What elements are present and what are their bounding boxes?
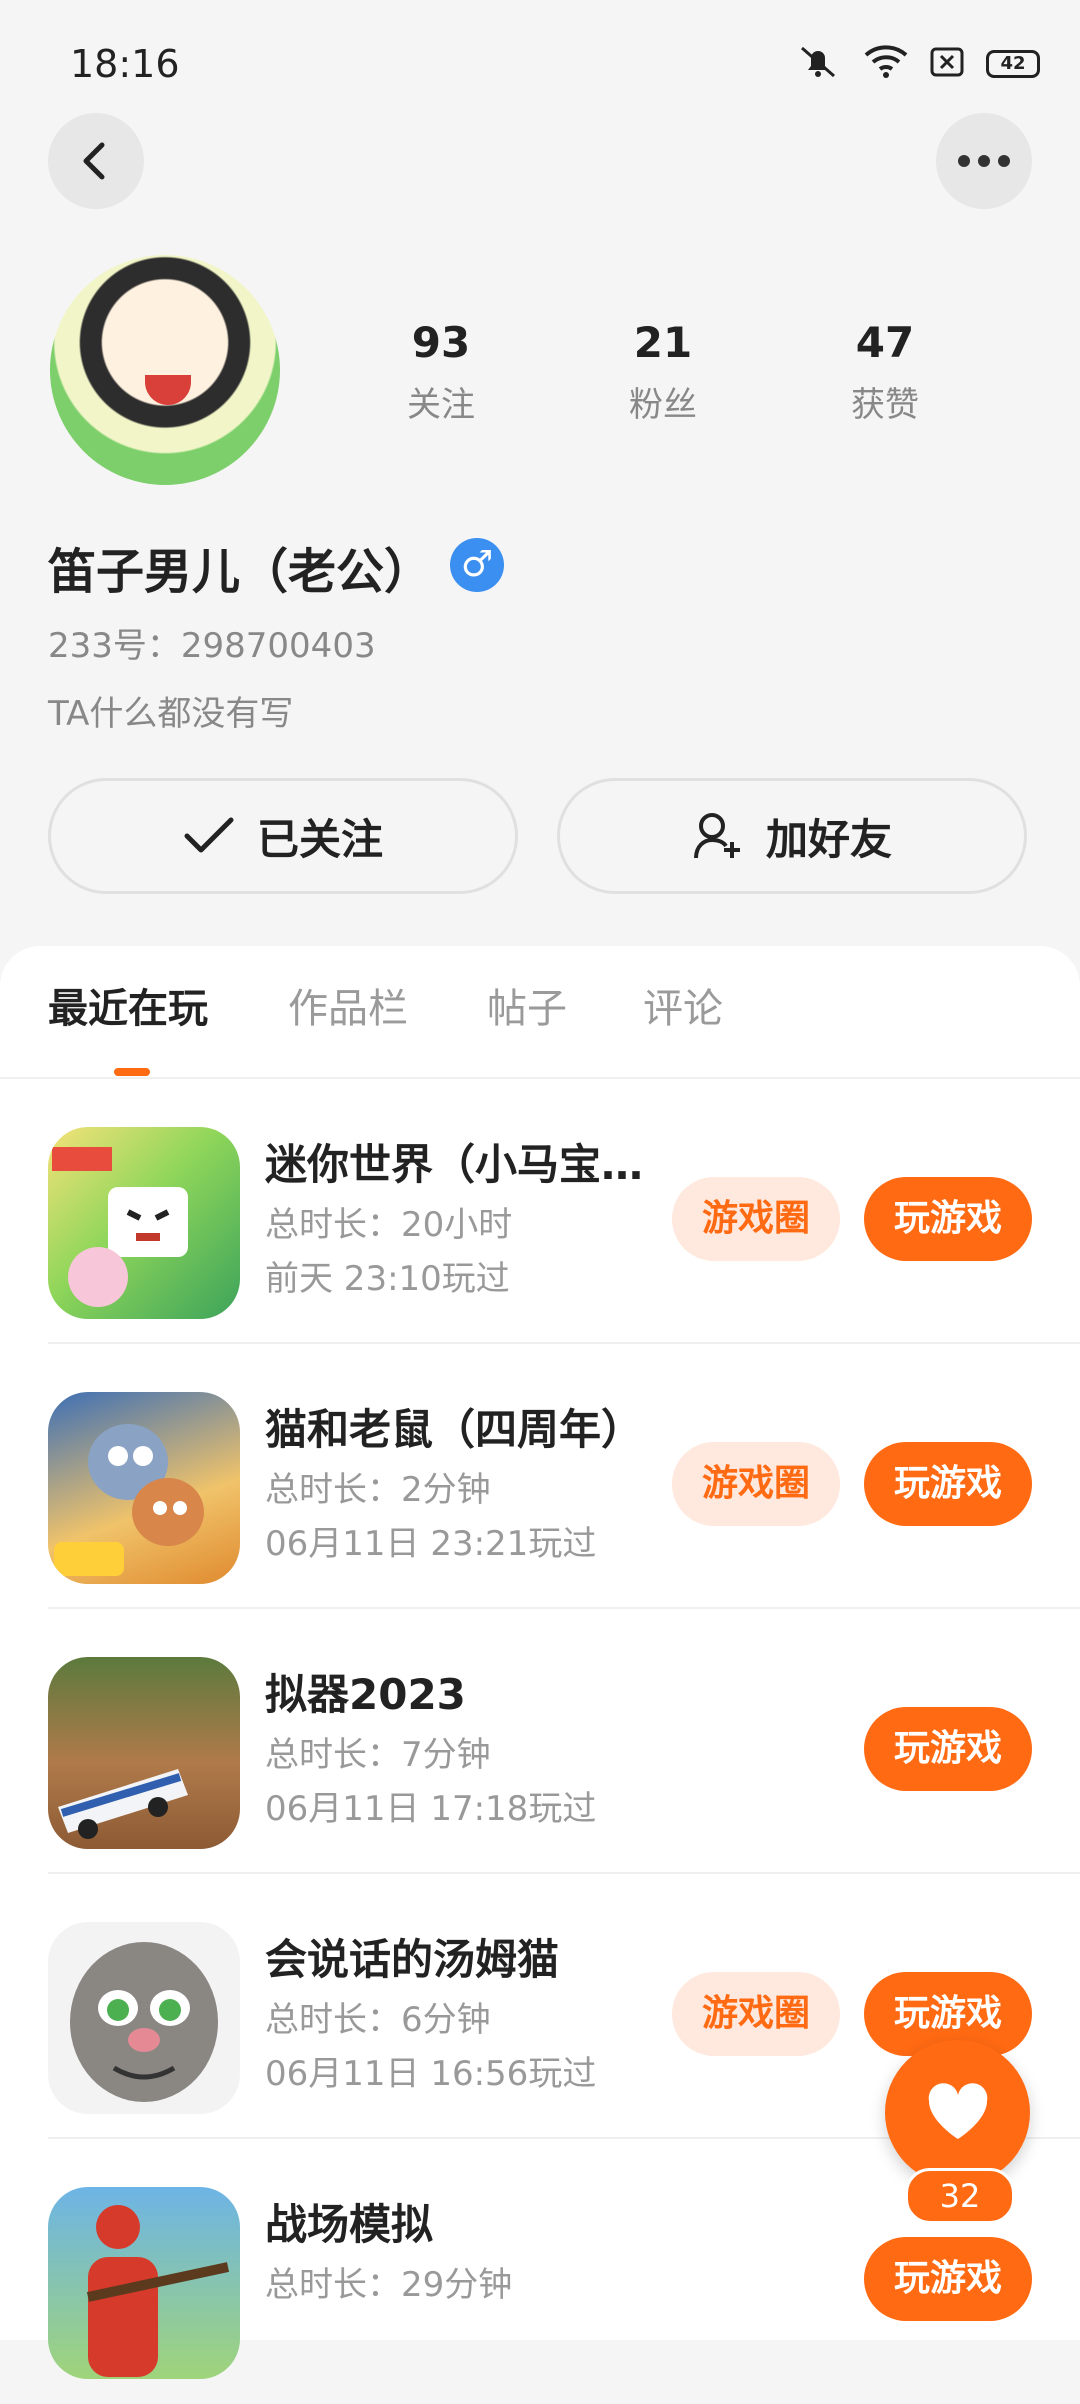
wifi-icon [864,45,908,83]
stat-label: 关注 [407,385,475,425]
profile-stats: 93 关注 21 粉丝 47 获赞 [330,318,1030,426]
avatar-art [145,375,191,405]
tab-comments[interactable]: 评论 [643,976,723,1034]
game-title: 会说话的汤姆猫 [265,1935,560,1984]
game-duration: 总时长：29分钟 [265,2265,513,2305]
stat-followers[interactable]: 21 粉丝 [552,318,774,426]
status-icons: 42 [794,44,1040,84]
play-game-button[interactable]: 玩游戏 [864,2237,1032,2321]
list-item[interactable]: 迷你世界（小马宝… 总时长：20小时 前天 23:10玩过 游戏圈 玩游戏 [0,1079,1080,1344]
status-bar: 18:16 42 [0,0,1080,130]
game-circle-button[interactable]: 游戏圈 [672,1972,840,2056]
stat-likes[interactable]: 47 获赞 [774,318,996,426]
back-button[interactable] [48,113,144,209]
more-dots-icon [958,155,1010,167]
game-last-played: 前天 23:10玩过 [265,1259,510,1299]
game-circle-button[interactable]: 游戏圈 [672,1442,840,1526]
game-circle-button[interactable]: 游戏圈 [672,1177,840,1261]
battery-icon: 42 [986,50,1040,78]
game-icon [48,1392,240,1584]
game-title: 迷你世界（小马宝… [265,1140,644,1189]
status-time: 18:16 [70,42,180,86]
add-friend-label: 加好友 [765,814,892,864]
game-icon [48,1657,240,1849]
profile-name: 笛子男儿（老公） [48,544,433,600]
like-count-badge: 32 [905,2168,1015,2224]
game-title: 拟器2023 [265,1670,466,1719]
active-tab-indicator [114,1068,150,1076]
stat-label: 粉丝 [629,385,697,425]
game-icon [48,1922,240,2114]
game-last-played: 06月11日 17:18玩过 [265,1789,597,1829]
game-icon [48,2187,240,2379]
game-last-played: 06月11日 23:21玩过 [265,1524,597,1564]
stat-value: 93 [411,318,471,367]
list-item[interactable]: 猫和老鼠（四周年） 总时长：2分钟 06月11日 23:21玩过 游戏圈 玩游戏 [0,1344,1080,1609]
stat-value: 21 [633,318,693,367]
tab-recently-played[interactable]: 最近在玩 [48,976,208,1034]
game-title: 猫和老鼠（四周年） [265,1405,644,1454]
game-icon [48,1127,240,1319]
stat-value: 47 [855,318,915,367]
checkmark-icon [184,817,234,853]
chevron-left-icon [83,142,105,180]
stat-label: 获赞 [851,385,919,425]
mute-icon [794,44,842,84]
sim-off-icon [930,47,964,81]
heart-icon [928,2082,987,2139]
play-game-button[interactable]: 玩游戏 [864,1442,1032,1526]
more-options-button[interactable] [936,113,1032,209]
follow-button-label: 已关注 [256,814,383,864]
stat-following[interactable]: 93 关注 [330,318,552,426]
game-duration: 总时长：20小时 [265,1205,513,1245]
tab-posts[interactable]: 帖子 [487,976,567,1034]
list-item[interactable]: 拟器2023 总时长：7分钟 06月11日 17:18玩过 玩游戏 [0,1609,1080,1874]
like-fab-button[interactable] [885,2040,1030,2185]
game-title: 战场模拟 [265,2200,434,2249]
profile-tabs: 最近在玩 作品栏 帖子 评论 [0,976,1080,1056]
game-duration: 总时长：2分钟 [265,1470,491,1510]
game-duration: 总时长：6分钟 [265,2000,491,2040]
avatar[interactable] [50,255,280,485]
play-game-button[interactable]: 玩游戏 [864,1177,1032,1261]
user-id: 233号：298700403 [48,626,376,666]
follow-button[interactable]: 已关注 [48,778,518,894]
tab-works[interactable]: 作品栏 [288,976,408,1034]
add-user-icon [693,813,740,859]
profile-bio: TA什么都没有写 [48,694,294,734]
male-gender-icon: ♂ [450,538,504,592]
game-last-played: 06月11日 16:56玩过 [265,2054,597,2094]
play-game-button[interactable]: 玩游戏 [864,1707,1032,1791]
game-duration: 总时长：7分钟 [265,1735,491,1775]
add-friend-button[interactable]: 加好友 [557,778,1027,894]
